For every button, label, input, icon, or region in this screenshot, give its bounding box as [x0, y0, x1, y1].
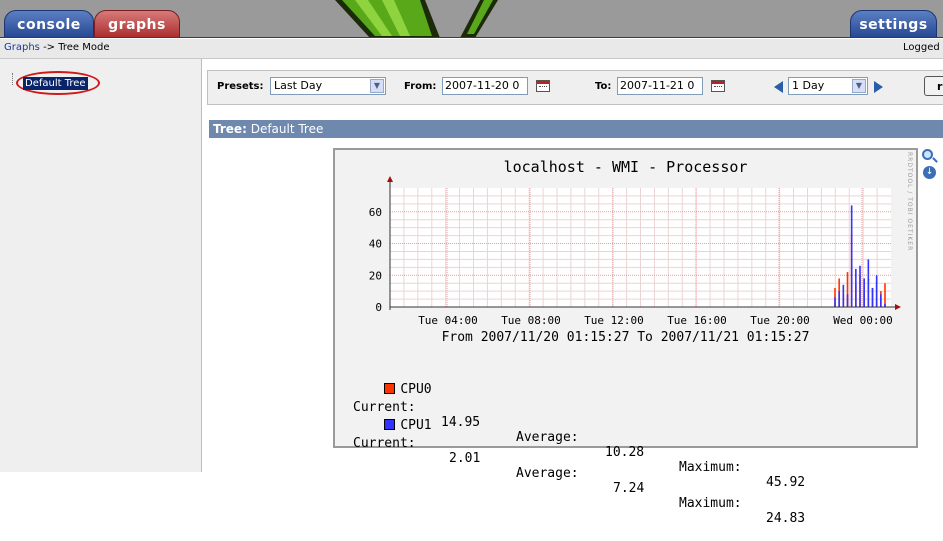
timespan-toolbar: Presets: Last Day ▼ From: 2007-11-20 0 T…: [207, 70, 943, 105]
to-date-input[interactable]: 2007-11-21 0: [617, 77, 703, 95]
breadcrumb-graphs-link[interactable]: Graphs: [4, 42, 40, 53]
y-tick-label: 60: [369, 206, 382, 219]
logo-graphic: [335, 0, 498, 38]
average-value: 10.28: [605, 445, 645, 460]
graph-image[interactable]: 0 20 40 60 Tue 04:00 Tue 08:00 Tue 12:00 Tue 16…: [333, 148, 918, 526]
stats-cpu0: Current: 14.95 Average: 10.28 Maximum: 4…: [353, 385, 853, 490]
y-axis-arrow: [387, 176, 393, 182]
presets-label: Presets:: [217, 81, 264, 92]
breadcrumb: Graphs -> Tree Mode Logged: [0, 39, 943, 59]
average-value: 7.24: [613, 481, 645, 496]
tree-connector: [12, 73, 14, 85]
calendar-icon[interactable]: [536, 80, 550, 92]
tab-settings[interactable]: settings: [850, 10, 937, 38]
breadcrumb-trail: Graphs -> Tree Mode: [4, 39, 110, 57]
tree-panel: Default Tree: [0, 59, 202, 472]
y-tick-label: 20: [369, 269, 382, 282]
maximum-value: 45.92: [766, 475, 806, 490]
timespan-select-value: 1 Day: [792, 79, 825, 92]
x-tick-label: Tue 04:00: [418, 314, 478, 327]
tab-console[interactable]: console: [4, 10, 94, 38]
chevron-down-icon[interactable]: ▼: [852, 79, 866, 93]
y-tick-label: 0: [375, 301, 382, 314]
x-axis-arrow: [895, 304, 901, 310]
graph-title: localhost - WMI - Processor: [503, 158, 748, 176]
tree-header-name: Default Tree: [250, 122, 324, 136]
current-value: 2.01: [449, 451, 481, 466]
calendar-icon[interactable]: [711, 80, 725, 92]
refresh-button[interactable]: r: [924, 76, 943, 96]
presets-select[interactable]: Last Day ▼: [270, 77, 386, 95]
download-icon[interactable]: ↓: [923, 166, 936, 179]
tab-graphs[interactable]: graphs: [94, 10, 180, 38]
x-tick-label: Tue 20:00: [750, 314, 810, 327]
header-divider: [0, 37, 943, 38]
x-tick-label: Tue 16:00: [667, 314, 727, 327]
top-tab-bar: console graphs settings: [0, 0, 943, 38]
maximum-label: Maximum:: [679, 496, 742, 511]
rrdtool-watermark: RRDTOOL / TOBI OETIKER: [906, 152, 913, 252]
to-label: To:: [595, 81, 612, 92]
zoom-icon[interactable]: [922, 149, 933, 160]
average-label: Average:: [516, 466, 579, 481]
tree-node-default-tree[interactable]: Default Tree: [16, 71, 100, 95]
graph-range-text: From 2007/11/20 01:15:27 To 2007/11/21 0…: [441, 330, 810, 345]
x-tick-label: Wed 00:00: [833, 314, 893, 327]
stats-cpu1: Current: 2.01 Average: 7.24 Maximum: 24.…: [353, 421, 853, 526]
y-tick-label: 40: [369, 238, 382, 251]
logged-in-text: Logged: [903, 42, 940, 53]
shift-left-arrow-icon[interactable]: [774, 81, 783, 93]
from-label: From:: [404, 81, 437, 92]
current-label: Current:: [353, 436, 416, 451]
tree-header: Tree: Default Tree: [209, 120, 943, 138]
tree-header-prefix: Tree:: [213, 122, 247, 136]
x-tick-label: Tue 12:00: [584, 314, 644, 327]
chevron-down-icon[interactable]: ▼: [370, 79, 384, 93]
tree-node-label[interactable]: Default Tree: [23, 77, 88, 90]
shift-right-arrow-icon[interactable]: [874, 81, 883, 93]
breadcrumb-current: -> Tree Mode: [43, 42, 110, 53]
from-date-input[interactable]: 2007-11-20 0: [442, 77, 528, 95]
presets-select-value: Last Day: [274, 79, 323, 92]
x-tick-label: Tue 08:00: [501, 314, 561, 327]
maximum-value: 24.83: [766, 511, 806, 526]
timespan-select[interactable]: 1 Day ▼: [788, 77, 868, 95]
maximum-label: Maximum:: [679, 460, 742, 475]
